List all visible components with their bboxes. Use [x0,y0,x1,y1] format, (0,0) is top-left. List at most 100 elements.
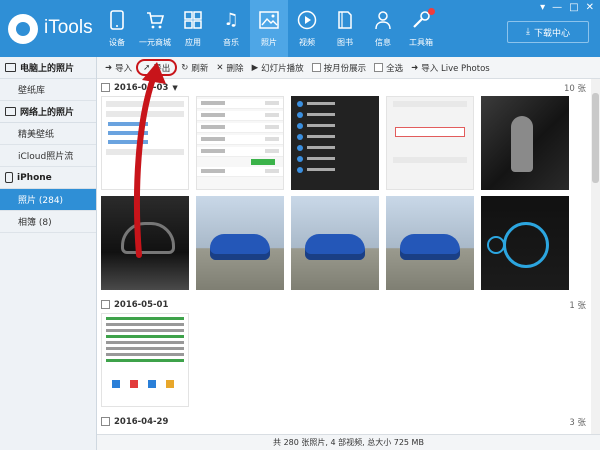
nav-photos-label: 照片 [261,38,277,47]
nav-toolbox[interactable]: 工具箱 [402,0,440,57]
nav-music[interactable]: ♫ 音乐 [212,0,250,57]
date-section-header: 2016-04-29 3 张 [97,413,600,430]
refresh-button[interactable]: ↻ 刷新 [177,58,212,78]
section-date: 2016-04-29 [114,416,169,427]
phone-icon [106,9,128,31]
sidebar-item-photos[interactable]: 照片 (284) [0,189,96,211]
import-icon: ➜ [105,62,113,73]
sidebar: 电脑上的照片 壁纸库 网络上的照片 精美壁纸 iCloud照片流 iPhone … [0,57,97,450]
sidebar-group-label: 网络上的照片 [20,108,75,118]
music-icon: ♫ [223,9,239,30]
nav-device[interactable]: 设备 [98,0,136,57]
sidebar-group-label: 电脑上的照片 [20,64,75,74]
status-bar: 共 280 张照片, 4 部视频, 总大小 725 MB [97,434,600,450]
photo-thumbnail[interactable] [101,313,189,407]
photo-thumbnail[interactable] [386,196,474,290]
nav-messages[interactable]: 信息 [364,0,402,57]
photo-thumbnail[interactable] [481,96,569,190]
refresh-icon: ↻ [181,62,189,73]
book-icon [334,9,356,31]
apps-icon [182,9,204,31]
sidebar-item-wallpaper-library[interactable]: 壁纸库 [0,79,96,101]
section-count: 1 张 [569,300,586,311]
video-icon [296,9,318,31]
import-button[interactable]: ➜ 导入 [101,58,136,78]
photo-thumbnail[interactable] [101,196,189,290]
close-icon[interactable]: ✕ [586,2,594,13]
section-count: 10 张 [563,83,586,94]
select-all-toggle[interactable]: 全选 [370,58,407,78]
app-name: iTools [44,17,93,38]
delete-icon: ✕ [216,62,224,73]
select-all-label: 全选 [386,63,404,74]
by-month-label: 按月份展示 [323,63,367,74]
export-button[interactable]: ➚ 导出 [136,59,178,76]
by-month-checkbox[interactable] [311,63,321,72]
main-nav: 设备 一元商城 应用 ♫ 音乐 照片 视频 图书 信息 工具箱 [98,0,440,57]
section-checkbox[interactable] [101,417,110,426]
photo-thumbnail[interactable] [291,96,379,190]
section-checkbox[interactable] [101,300,110,309]
photo-thumbnail[interactable] [481,196,569,290]
download-center-button[interactable]: ⤓ 下载中心 [507,21,589,43]
photo-grid [97,313,600,407]
section-date: 2016-05-01 [114,299,169,310]
import-live-photos-button[interactable]: ➜ 导入 Live Photos [407,58,494,78]
photo-toolbar: ➜ 导入 ➚ 导出 ↻ 刷新 ✕ 删除 ▶ 幻灯片播放 按月份展示 全选 ➜ 导… [97,57,600,79]
play-icon: ▶ [251,62,259,73]
maximize-icon[interactable]: □ [569,2,578,13]
sidebar-item-albums[interactable]: 相簿 (8) [0,211,96,233]
section-checkbox[interactable] [101,83,110,92]
import-live-label: 导入 Live Photos [421,63,490,74]
nav-apps-label: 应用 [185,38,201,47]
nav-photos[interactable]: 照片 [250,0,288,57]
nav-books[interactable]: 图书 [326,0,364,57]
scrollbar-thumb[interactable] [592,93,599,183]
nav-video-label: 视频 [299,38,315,47]
date-section-header: 2016-05-03 ▼ 10 张 [97,79,600,96]
sidebar-item-wallpapers[interactable]: 精美壁纸 [0,123,96,145]
logo-icon [8,14,38,44]
iphone-icon [5,172,13,183]
photo-content: 2016-05-03 ▼ 10 张 2016-05-01 1 张 2016-04… [97,79,600,434]
nav-video[interactable]: 视频 [288,0,326,57]
date-section-header: 2016-05-01 1 张 [97,296,600,313]
chevron-down-icon[interactable]: ▼ [172,84,177,92]
sidebar-group-label: iPhone [17,172,52,183]
photo-thumbnail[interactable] [196,196,284,290]
cart-icon [144,9,166,31]
photo-thumbnail[interactable] [291,196,379,290]
refresh-label: 刷新 [191,63,209,74]
photo-thumbnail[interactable] [101,96,189,190]
nav-store[interactable]: 一元商城 [136,0,174,57]
photo-thumbnail[interactable] [196,96,284,190]
slideshow-label: 幻灯片播放 [261,63,304,74]
window-controls: ▾ — □ ✕ [540,2,594,13]
export-label: 导出 [153,63,171,74]
skin-icon[interactable]: ▾ [540,2,545,13]
select-all-checkbox[interactable] [374,63,384,72]
nav-device-label: 设备 [109,38,125,47]
vertical-scrollbar[interactable] [591,79,600,434]
nav-apps[interactable]: 应用 [174,0,212,57]
import-label: 导入 [115,63,133,74]
sidebar-item-icloud-stream[interactable]: iCloud照片流 [0,145,96,167]
by-month-toggle[interactable]: 按月份展示 [308,58,371,78]
nav-music-label: 音乐 [223,38,239,47]
photo-icon [258,9,280,31]
nav-toolbox-label: 工具箱 [409,38,433,47]
slideshow-button[interactable]: ▶ 幻灯片播放 [248,58,308,78]
app-logo: iTools [6,10,96,48]
photo-thumbnail[interactable] [386,96,474,190]
message-icon [372,9,394,31]
import-live-icon: ➜ [411,62,419,73]
delete-label: 删除 [226,63,244,74]
monitor-icon [5,63,16,72]
top-bar: iTools 设备 一元商城 应用 ♫ 音乐 照片 视频 图书 信息 工具箱 ▾… [0,0,600,57]
minimize-icon[interactable]: — [552,2,562,13]
nav-books-label: 图书 [337,38,353,47]
export-icon: ➚ [143,62,151,73]
sidebar-group-pc: 电脑上的照片 [0,57,96,79]
notification-badge [428,8,435,15]
delete-button[interactable]: ✕ 删除 [212,58,247,78]
